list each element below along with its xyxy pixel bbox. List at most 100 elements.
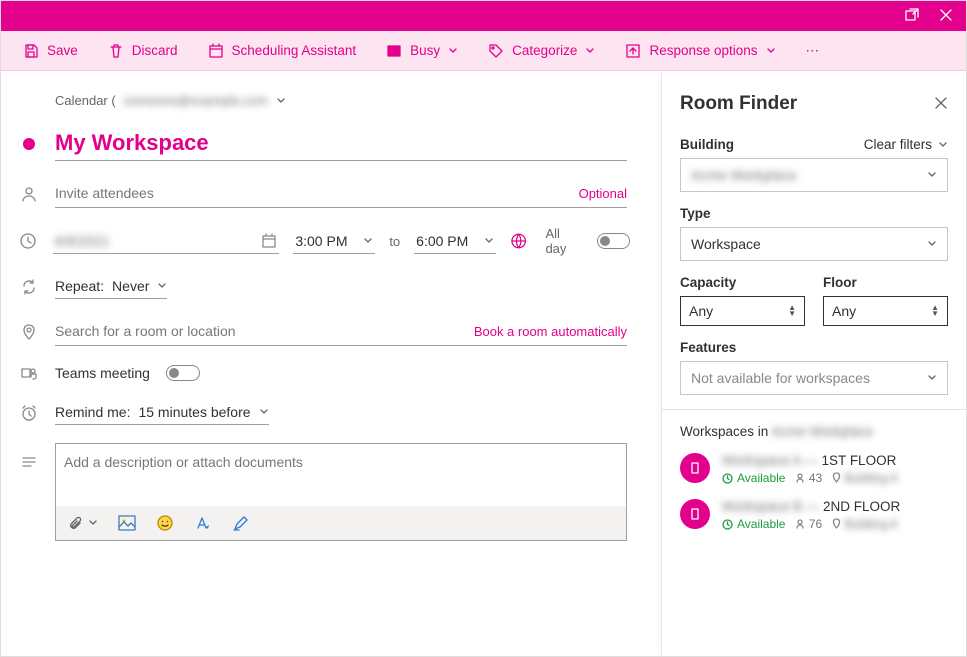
floor-stepper[interactable]: Any ▲▼ (823, 296, 948, 326)
discard-button[interactable]: Discard (108, 43, 178, 59)
clear-filters-button[interactable]: Clear filters (864, 137, 948, 152)
workspace-location: Building A (832, 517, 898, 531)
calendar-picker[interactable]: Calendar ( someone@example.com (55, 93, 627, 108)
workspace-list-label: Workspaces in Acme Workplace (680, 424, 948, 439)
event-form: Calendar ( someone@example.com My Worksp… (1, 71, 661, 656)
attendees-input[interactable]: Invite attendees (55, 185, 154, 201)
person-icon (20, 185, 38, 203)
location-icon (20, 323, 38, 341)
trash-icon (108, 43, 124, 59)
scheduling-icon (208, 43, 224, 59)
type-dropdown[interactable]: Workspace (680, 227, 948, 261)
description-row: Add a description or attach documents (19, 443, 627, 541)
teams-toggle[interactable] (166, 365, 200, 381)
workspace-item[interactable]: Workspace B — 2ND FLOOR Available 76 Buil… (680, 499, 948, 531)
capacity-label: Capacity (680, 275, 805, 290)
text-format-icon (194, 514, 212, 532)
allday-toggle[interactable] (597, 233, 630, 249)
type-label: Type (680, 206, 948, 221)
availability-status: Available (722, 471, 785, 485)
features-label: Features (680, 340, 948, 355)
close-room-finder-button[interactable] (934, 96, 948, 113)
capacity-stepper[interactable]: Any ▲▼ (680, 296, 805, 326)
subject-input[interactable]: My Workspace (55, 126, 627, 161)
teams-icon (20, 364, 38, 382)
command-toolbar: Save Discard Scheduling Assistant Busy C… (1, 31, 966, 71)
clock-icon (19, 232, 37, 250)
timezone-icon[interactable] (510, 232, 527, 250)
features-dropdown[interactable]: Not available for workspaces (680, 361, 948, 395)
description-toolbar (56, 506, 626, 540)
attach-button[interactable] (68, 515, 98, 531)
close-icon (934, 96, 948, 110)
image-icon (118, 515, 136, 531)
chevron-down-icon (766, 46, 776, 56)
emoji-icon (156, 514, 174, 532)
save-icon (23, 43, 39, 59)
scheduling-assistant-button[interactable]: Scheduling Assistant (208, 43, 357, 59)
building-label: Building (680, 137, 734, 152)
book-room-auto-button[interactable]: Book a room automatically (474, 324, 627, 339)
time-row: 6/9/2021 3:00 PM to 6:00 PM All day (19, 226, 627, 256)
tag-icon (488, 43, 504, 59)
insert-image-button[interactable] (118, 515, 136, 531)
repeat-row: Repeat: Never (19, 274, 627, 299)
start-time-dropdown[interactable]: 3:00 PM (293, 229, 375, 254)
workspace-item[interactable]: Workspace A — 1ST FLOOR Available 43 Buil… (680, 453, 948, 485)
workspace-name: Workspace B — 2ND FLOOR (722, 499, 900, 514)
workspace-location: Building A (832, 471, 898, 485)
busy-icon (386, 43, 402, 59)
calendar-color-icon (23, 138, 35, 150)
emoji-button[interactable] (156, 514, 174, 532)
description-icon (20, 453, 38, 471)
capacity-value: 43 (795, 471, 822, 485)
chevron-down-icon (927, 373, 937, 383)
chevron-down-icon (448, 46, 458, 56)
date-input[interactable]: 6/9/2021 (53, 229, 279, 254)
capacity-value: 76 (795, 517, 822, 531)
reminder-dropdown[interactable]: Remind me: 15 minutes before (55, 400, 269, 425)
ink-button[interactable] (232, 514, 250, 532)
attendees-row: Invite attendees Optional (19, 179, 627, 208)
popout-icon[interactable] (904, 7, 920, 26)
more-button[interactable]: ⋯ (806, 43, 822, 59)
allday-label: All day (545, 226, 583, 256)
categorize-dropdown[interactable]: Categorize (488, 43, 595, 59)
chevron-down-icon (927, 239, 937, 249)
location-row: Search for a room or location Book a roo… (19, 317, 627, 346)
chevron-down-icon (363, 236, 373, 246)
subject-row: My Workspace (19, 126, 627, 161)
chevron-down-icon (484, 236, 494, 246)
room-finder-pane: Room Finder Building Clear filters Acme … (661, 71, 966, 656)
text-format-button[interactable] (194, 514, 212, 532)
building-dropdown[interactable]: Acme Workplace (680, 158, 948, 192)
appointment-window: Save Discard Scheduling Assistant Busy C… (0, 0, 967, 657)
chevron-down-icon (938, 140, 948, 150)
alarm-icon (20, 404, 38, 422)
close-icon[interactable] (938, 7, 954, 26)
description-input[interactable]: Add a description or attach documents (56, 444, 626, 506)
chevron-down-icon (259, 407, 269, 417)
workspace-badge-icon (680, 453, 710, 483)
optional-button[interactable]: Optional (579, 186, 627, 201)
repeat-icon (20, 278, 38, 296)
to-label: to (389, 234, 400, 249)
workspace-name: Workspace A — 1ST FLOOR (722, 453, 898, 468)
response-options-dropdown[interactable]: Response options (625, 43, 775, 59)
calendar-icon (261, 233, 277, 249)
save-button[interactable]: Save (23, 43, 78, 59)
room-finder-title: Room Finder (680, 93, 797, 115)
chevron-down-icon (88, 518, 98, 528)
repeat-dropdown[interactable]: Repeat: Never (55, 274, 167, 299)
response-icon (625, 43, 641, 59)
end-time-dropdown[interactable]: 6:00 PM (414, 229, 496, 254)
teams-label: Teams meeting (55, 365, 150, 381)
chevron-down-icon (585, 46, 595, 56)
paperclip-icon (68, 515, 84, 531)
location-input[interactable]: Search for a room or location (55, 323, 236, 339)
busy-dropdown[interactable]: Busy (386, 43, 458, 59)
pen-icon (232, 514, 250, 532)
availability-status: Available (722, 517, 785, 531)
chevron-down-icon (276, 96, 286, 106)
chevron-down-icon (157, 281, 167, 291)
